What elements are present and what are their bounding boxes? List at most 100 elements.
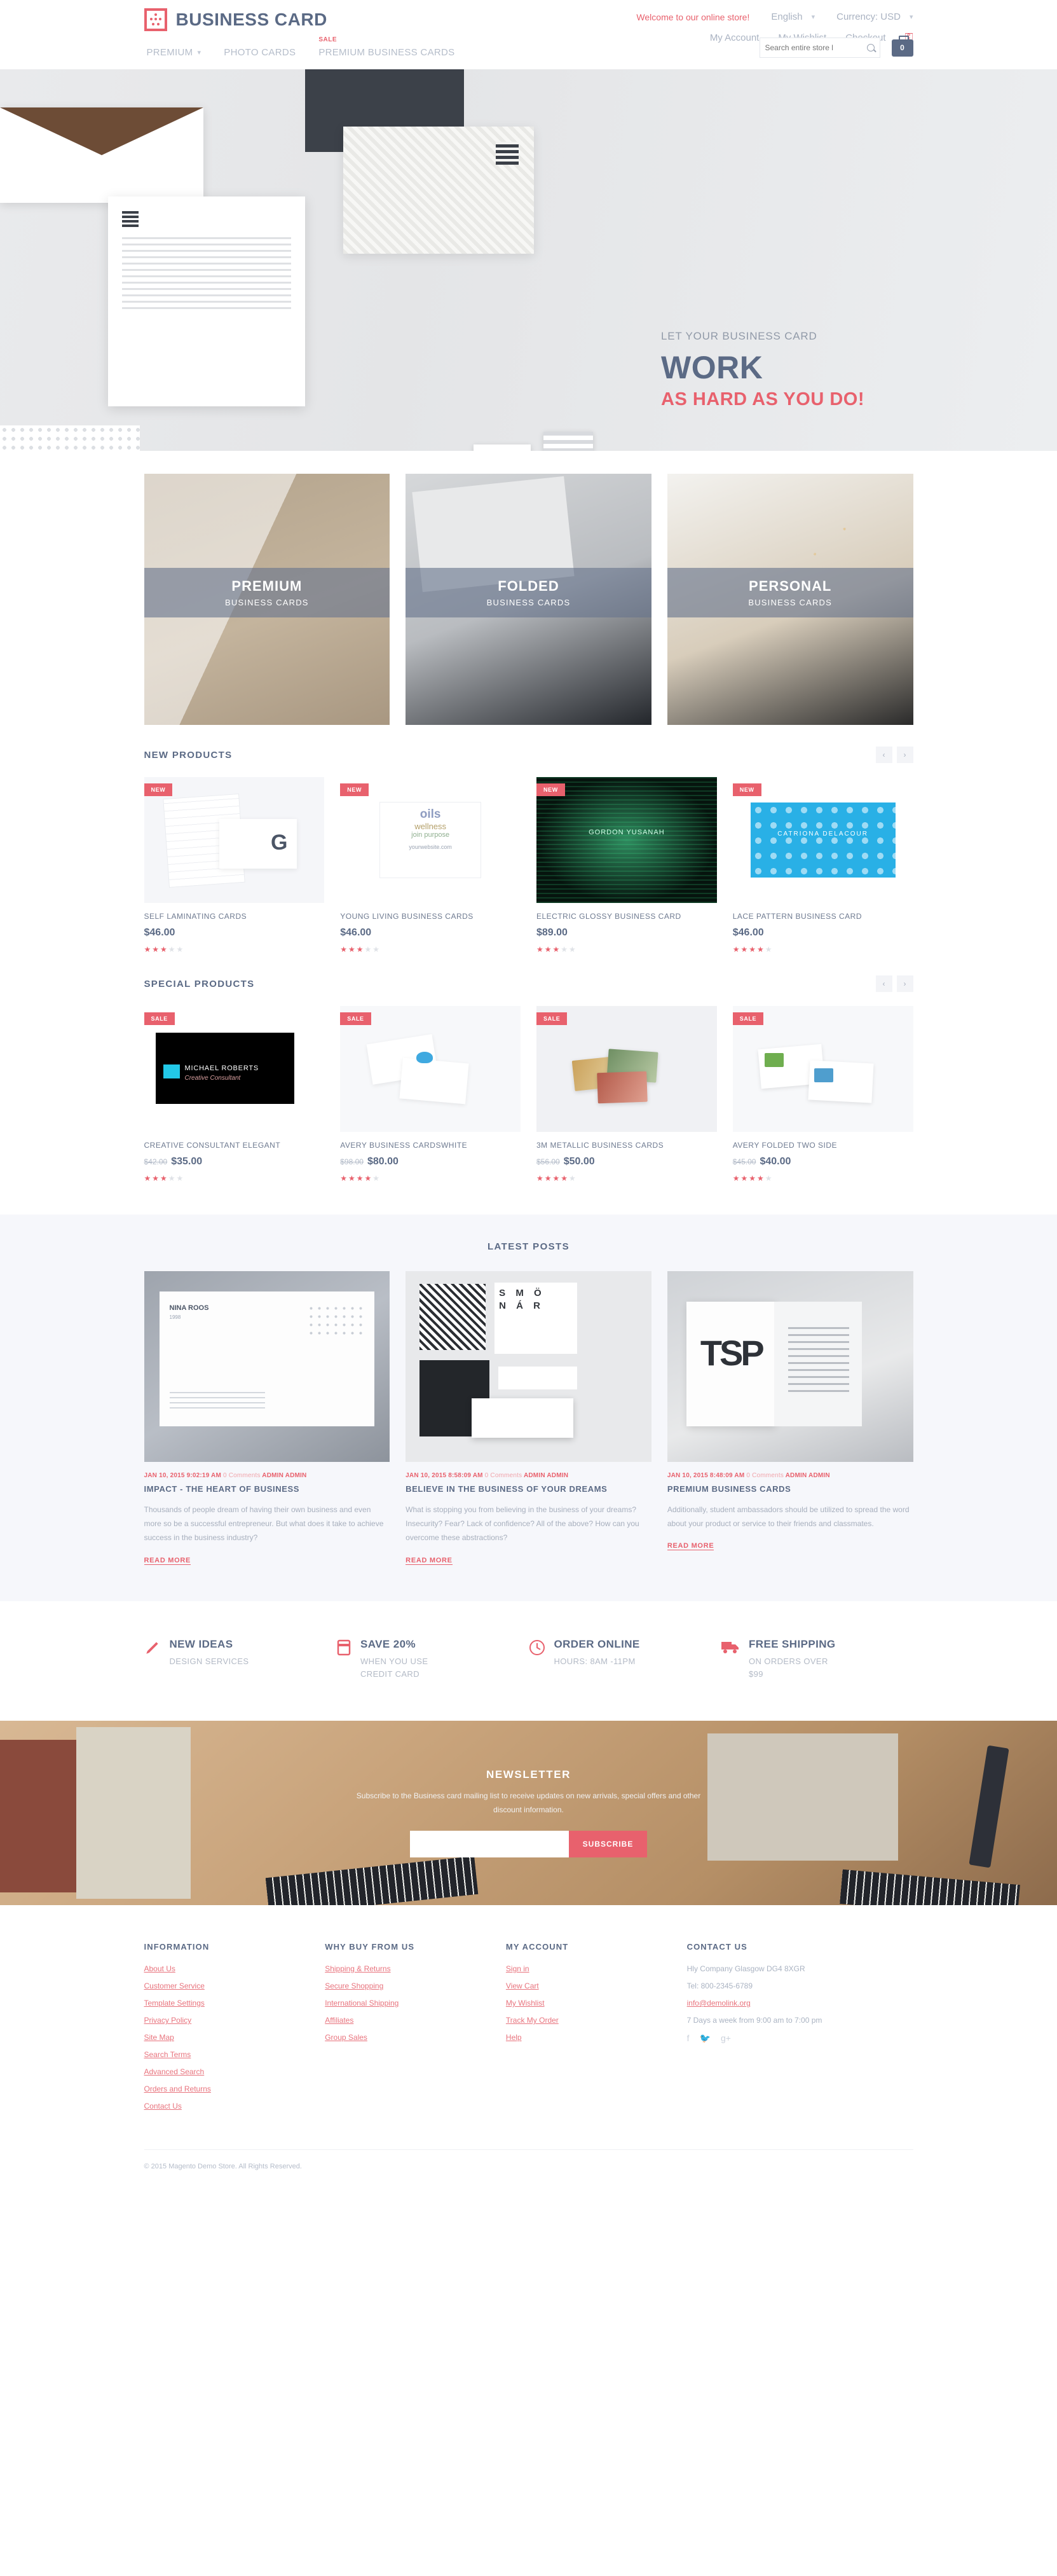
read-more-link[interactable]: READ MORE (144, 1557, 191, 1565)
footer-link-template-settings[interactable]: Template Settings (144, 1999, 325, 2008)
blog-post-heading[interactable]: BELIEVE IN THE BUSINESS OF YOUR DREAMS (406, 1484, 651, 1494)
product-name[interactable]: AVERY BUSINESS CARDSWHITE (340, 1141, 521, 1150)
product-name[interactable]: 3M METALLIC BUSINESS CARDS (536, 1141, 717, 1150)
product-image[interactable]: NEW oils wellness join purpose yourwebsite.… (340, 777, 521, 903)
product-image[interactable]: NEW (144, 777, 325, 903)
special-products-prev-button[interactable]: ‹ (875, 975, 892, 992)
footer-link-privacy-policy[interactable]: Privacy Policy (144, 2016, 325, 2025)
service-subtitle: ON ORDERS OVER $99 (749, 1656, 828, 1679)
product-image[interactable]: SALE (732, 1006, 913, 1132)
product-name[interactable]: ELECTRIC GLOSSY BUSINESS CARD (536, 912, 717, 921)
service-title: ORDER ONLINE (554, 1637, 640, 1650)
product-image[interactable]: NEW CATRIONA DELACOUR (732, 777, 913, 903)
footer-link-shipping-returns[interactable]: Shipping & Returns (325, 1964, 506, 1973)
new-products-prev-button[interactable]: ‹ (875, 747, 892, 763)
footer-link-contact-us[interactable]: Contact Us (144, 2102, 325, 2111)
category-tile-folded[interactable]: FOLDED BUSINESS CARDS (406, 474, 651, 725)
footer-link-view-cart[interactable]: View Cart (506, 1981, 687, 1990)
blog-post-heading[interactable]: PREMIUM BUSINESS CARDS (667, 1484, 913, 1494)
footer-link-customer-service[interactable]: Customer Service (144, 1981, 325, 1990)
product-card[interactable]: SALE AVERY FOLDED TWO SIDE $45.00 $40.00 … (732, 1006, 913, 1183)
credit-card-icon (336, 1639, 351, 1659)
product-name[interactable]: AVERY FOLDED TWO SIDE (733, 1141, 913, 1150)
footer-link-advanced-search[interactable]: Advanced Search (144, 2067, 325, 2076)
rating-stars: ★★★★★ (536, 1174, 577, 1183)
rating-stars: ★★★★★ (732, 1174, 774, 1183)
blog-post[interactable]: S M ÖN Á R JAN 10, 2015 8:58:09 AM 0 Com… (406, 1271, 651, 1566)
service-subtitle: HOURS: 8AM -11PM (554, 1656, 636, 1666)
service-title: FREE SHIPPING (749, 1637, 836, 1650)
footer-link-about-us[interactable]: About Us (144, 1964, 325, 1973)
footer-link-help[interactable]: Help (506, 2033, 687, 2042)
product-name[interactable]: YOUNG LIVING BUSINESS CARDS (340, 912, 521, 921)
post-author: ADMIN ADMIN (523, 1472, 569, 1479)
new-products-next-button[interactable]: › (896, 747, 913, 763)
special-products-next-button[interactable]: › (896, 975, 913, 992)
product-card[interactable]: SALE 3M METALLIC BUSINESS CARDS $56.00 $5… (536, 1006, 717, 1183)
current-price: $35.00 (171, 1156, 203, 1167)
category-tile-personal[interactable]: PERSONAL BUSINESS CARDS (667, 474, 913, 725)
footer-link-my-wishlist[interactable]: My Wishlist (506, 1999, 687, 2008)
footer-heading: WHY BUY FROM US (325, 1942, 415, 1952)
blog-post-heading[interactable]: IMPACT - THE HEART OF BUSINESS (144, 1484, 390, 1494)
nav-item-photo-cards[interactable]: PHOTO CARDS (224, 47, 296, 58)
product-image[interactable]: NEW GORDON YUSANAH (536, 777, 717, 903)
cart-button[interactable]: 0 (891, 35, 913, 57)
product-card[interactable]: NEW SELF LAMINATING CARDS $46.00 ★★★★★ (144, 777, 325, 954)
blog-post[interactable]: NINA ROOS 1998 JAN 10, 2015 9:02:19 AM 0 … (144, 1271, 390, 1566)
facebook-icon[interactable]: f (687, 2033, 690, 2044)
twitter-icon[interactable]: 🐦 (700, 2033, 711, 2044)
blog-post[interactable]: TSP JAN 10, 2015 8:48:09 AM 0 Comments A… (667, 1271, 913, 1566)
blog-post-image[interactable]: TSP (667, 1271, 913, 1462)
product-name[interactable]: CREATIVE CONSULTANT ELEGANT (144, 1141, 325, 1150)
service-free-shipping: FREE SHIPPING ON ORDERS OVER $99 (721, 1638, 913, 1682)
google-plus-icon[interactable]: g+ (721, 2033, 731, 2044)
category-subtitle: BUSINESS CARDS (486, 598, 571, 607)
nav-item-premium-business-cards[interactable]: SALE PREMIUM BUSINESS CARDS (318, 36, 454, 58)
small-card-graphic (474, 444, 531, 451)
nav-label: PHOTO CARDS (224, 47, 296, 58)
footer-link-track-my-order[interactable]: Track My Order (506, 2016, 687, 2025)
footer-link-secure-shopping[interactable]: Secure Shopping (325, 1981, 506, 1990)
read-more-link[interactable]: READ MORE (406, 1557, 453, 1565)
product-card[interactable]: SALE AVERY BUSINESS CARDSWHITE $98.00 $80… (340, 1006, 521, 1183)
post-comments: 0 Comments (223, 1472, 261, 1479)
blog-post-image[interactable]: S M ÖN Á R (406, 1271, 651, 1462)
envelope-graphic (0, 107, 203, 203)
new-products-arrows: ‹ › (875, 747, 913, 763)
footer-link-site-map[interactable]: Site Map (144, 2033, 325, 2042)
current-price: $50.00 (563, 1156, 595, 1167)
category-tile-premium[interactable]: PREMIUM BUSINESS CARDS (144, 474, 390, 725)
product-card[interactable]: NEW GORDON YUSANAH ELECTRIC GLOSSY BUSIN… (536, 777, 717, 954)
subscribe-button[interactable]: SUBSCRIBE (568, 1831, 648, 1858)
product-image[interactable]: SALE (536, 1006, 717, 1132)
product-card[interactable]: SALE MICHAEL ROBERTS Creative Consultant … (144, 1006, 325, 1183)
nav-item-premium[interactable]: PREMIUM ▾ (147, 47, 201, 58)
product-name[interactable]: SELF LAMINATING CARDS (144, 912, 325, 921)
footer-link-search-terms[interactable]: Search Terms (144, 2050, 325, 2059)
product-image[interactable]: SALE (340, 1006, 521, 1132)
blog-post-image[interactable]: NINA ROOS 1998 (144, 1271, 390, 1462)
search-input[interactable] (765, 43, 867, 52)
logo[interactable]: BUSINESS CARD (144, 8, 327, 31)
search-box[interactable] (759, 38, 880, 58)
contact-email[interactable]: info@demolink.org (687, 1999, 913, 2008)
product-card[interactable]: NEW CATRIONA DELACOUR LACE PATTERN BUSIN… (732, 777, 913, 954)
footer-link-international-shipping[interactable]: International Shipping (325, 1999, 506, 2008)
read-more-link[interactable]: READ MORE (667, 1542, 714, 1551)
special-products-arrows: ‹ › (875, 975, 913, 992)
product-card[interactable]: NEW oils wellness join purpose yourwebsite.… (340, 777, 521, 954)
footer-link-group-sales[interactable]: Group Sales (325, 2033, 506, 2042)
product-name[interactable]: LACE PATTERN BUSINESS CARD (733, 912, 913, 921)
product-image[interactable]: SALE MICHAEL ROBERTS Creative Consultant (144, 1006, 325, 1132)
newsletter-text: Subscribe to the Business card mailing l… (356, 1791, 701, 1814)
footer-link-affiliates[interactable]: Affiliates (325, 2016, 506, 2025)
category-subtitle: BUSINESS CARDS (748, 598, 833, 607)
new-badge: NEW (144, 783, 173, 796)
old-price: $45.00 (732, 1157, 756, 1166)
footer-link-sign-in[interactable]: Sign in (506, 1964, 687, 1973)
search-icon[interactable] (866, 44, 875, 52)
footer-link-orders-and-returns[interactable]: Orders and Returns (144, 2084, 325, 2093)
newsletter-email-input[interactable] (409, 1831, 569, 1858)
newsletter-title: NEWSLETTER (486, 1768, 571, 1781)
